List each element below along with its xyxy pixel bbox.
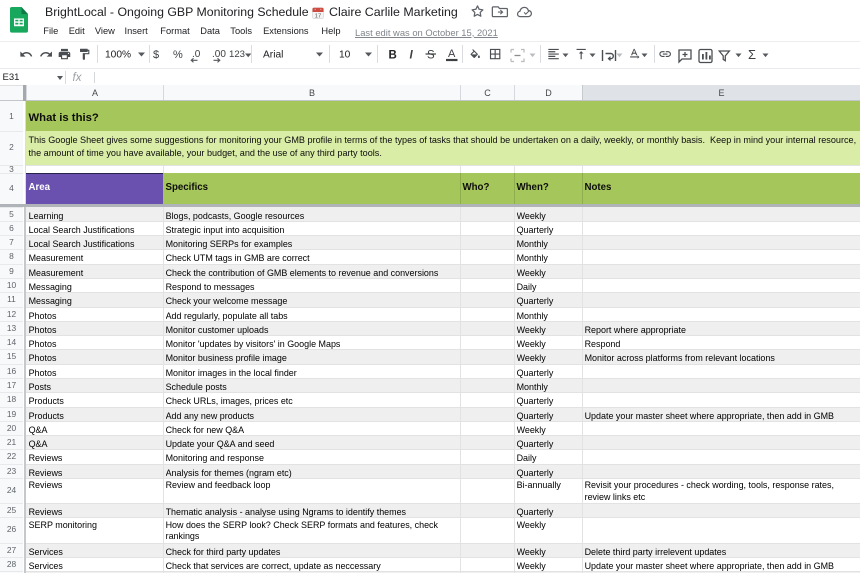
svg-text:Arial: Arial (263, 50, 283, 61)
svg-text:A: A (448, 48, 456, 60)
svg-text:I: I (410, 49, 414, 61)
svg-text:100%: 100% (105, 50, 131, 61)
svg-text:Σ: Σ (748, 47, 756, 62)
svg-text:B: B (389, 49, 397, 61)
svg-text:.00: .00 (212, 49, 226, 60)
svg-text:%: % (173, 49, 183, 61)
svg-text:$: $ (153, 49, 159, 61)
svg-text:123: 123 (229, 49, 245, 60)
svg-text:S: S (427, 49, 435, 61)
svg-text:17: 17 (315, 13, 321, 19)
svg-text:10: 10 (339, 50, 351, 61)
